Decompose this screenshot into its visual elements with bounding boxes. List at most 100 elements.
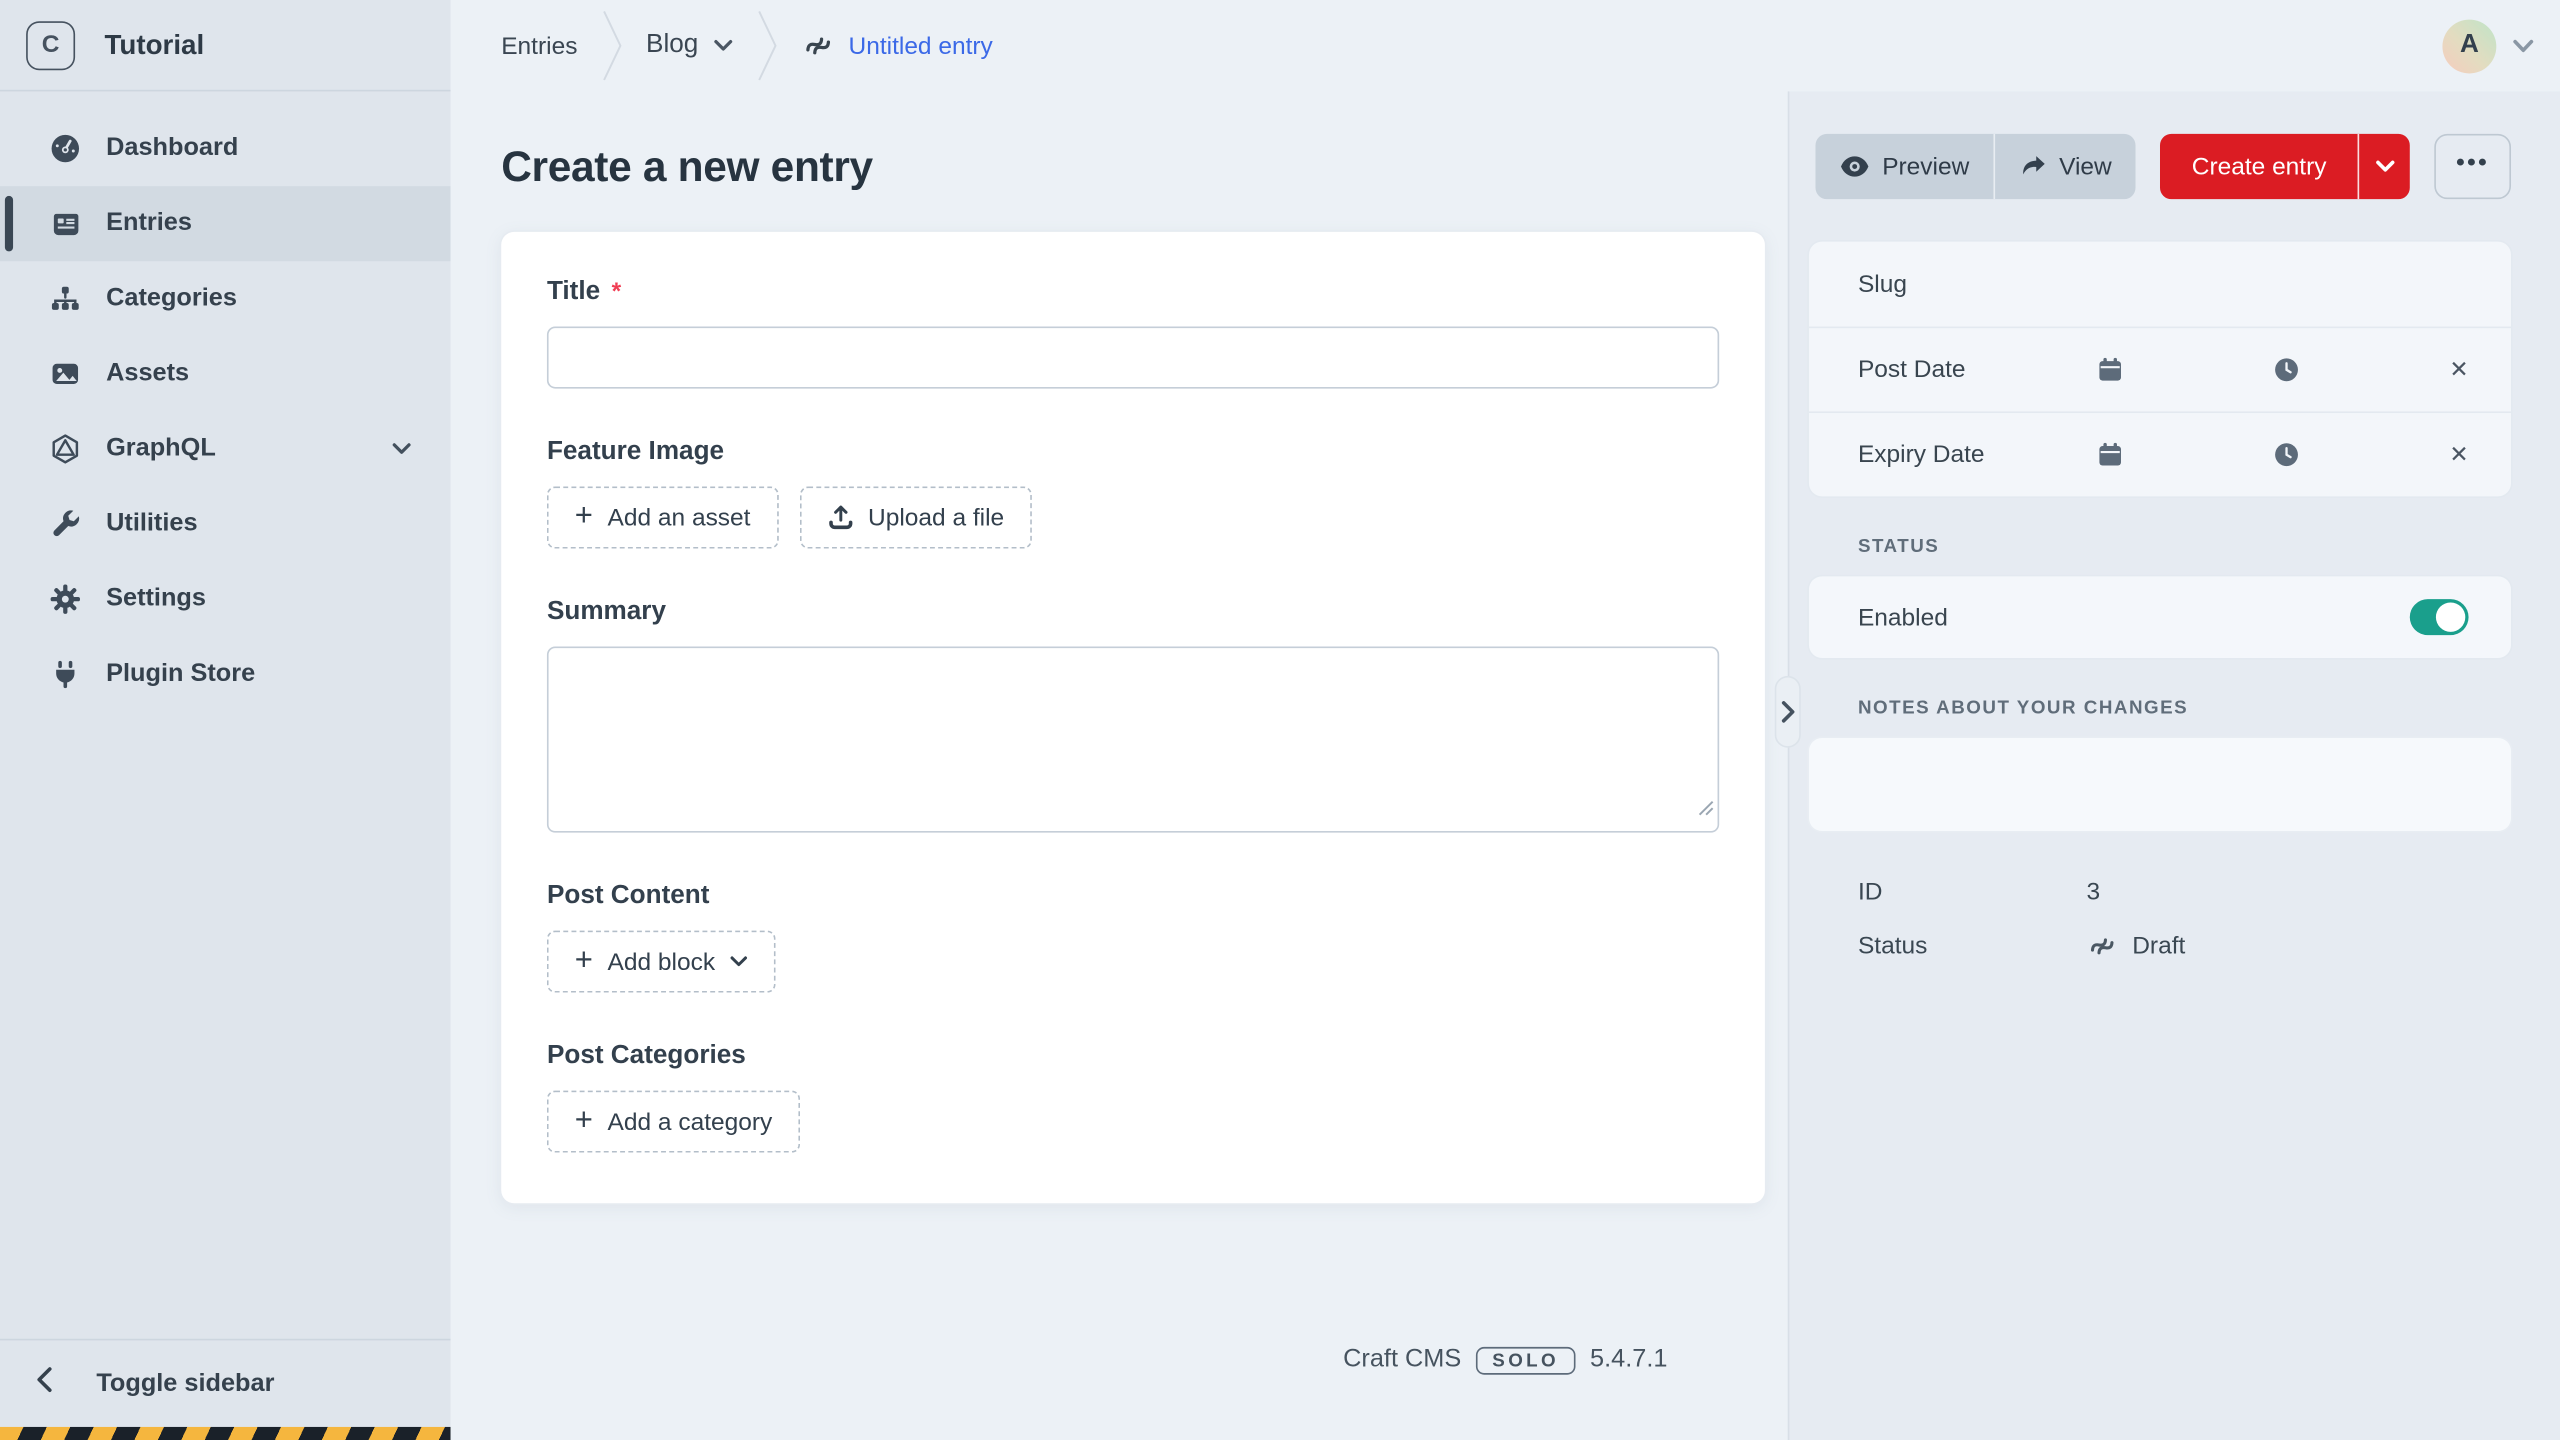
status-heading: STATUS: [1857, 537, 1940, 557]
newspaper-icon: [47, 207, 81, 240]
calendar-icon[interactable]: [2096, 441, 2124, 469]
content-area: Create a new entry Preview View Create e…: [451, 91, 2560, 1440]
sidebar-item-utilities[interactable]: Utilities: [0, 487, 451, 562]
sidebar-item-assets[interactable]: Assets: [0, 336, 451, 411]
notes-textarea[interactable]: [1808, 737, 2512, 832]
entry-meta-card: Slug Post Date ✕ Expiry Date ✕: [1808, 241, 2512, 497]
slug-row[interactable]: Slug: [1809, 242, 2511, 327]
sidebar-item-label: Entries: [106, 208, 192, 237]
upload-file-label: Upload a file: [868, 503, 1005, 532]
sitemap-icon: [47, 282, 81, 315]
status-value: Draft: [2132, 932, 2186, 960]
clock-icon[interactable]: [2273, 356, 2301, 384]
status-value-group: Draft: [2087, 931, 2186, 962]
breadcrumb-entries[interactable]: Entries: [501, 32, 577, 60]
eye-icon: [1840, 155, 1869, 178]
summary-textarea[interactable]: [546, 646, 1720, 833]
view-label: View: [2059, 152, 2112, 181]
preview-button[interactable]: Preview: [1815, 134, 1994, 199]
create-entry-button[interactable]: Create entry: [2161, 134, 2358, 199]
edition-badge: SOLO: [1475, 1346, 1576, 1374]
toggle-knob: [2435, 602, 2466, 632]
enabled-toggle[interactable]: [2409, 599, 2469, 636]
clock-icon[interactable]: [2273, 441, 2301, 469]
upload-icon: [827, 504, 853, 530]
id-label: ID: [1857, 878, 1883, 907]
plug-icon: [47, 658, 81, 691]
wrench-icon: [47, 508, 81, 541]
add-category-label: Add a category: [607, 1107, 773, 1136]
clear-expiry-date-button[interactable]: ✕: [2449, 441, 2468, 469]
status-label: Status: [1857, 932, 1928, 960]
breadcrumb-separator-icon: [757, 10, 777, 82]
sidebar-item-label: Utilities: [106, 509, 198, 538]
sidebar-item-label: Assets: [106, 359, 190, 387]
expiry-date-row: Expiry Date ✕: [1808, 411, 2512, 496]
chevron-right-icon: [1780, 700, 1795, 723]
chevron-down-icon: [730, 955, 748, 968]
sidebar-item-dashboard[interactable]: Dashboard: [0, 111, 451, 186]
entry-form-card: Title * Feature Image + Add an asset Upl…: [501, 231, 1765, 1204]
draft-icon: [2087, 931, 2118, 962]
sidebar-nav: Dashboard Entries Categories Assets Grap…: [0, 91, 451, 711]
add-asset-label: Add an asset: [607, 503, 751, 532]
image-icon: [47, 358, 81, 391]
required-marker: *: [611, 277, 622, 306]
post-content-label-text: Post Content: [546, 881, 710, 910]
plus-icon: +: [574, 1102, 593, 1138]
sidebar-item-entries[interactable]: Entries: [0, 186, 451, 262]
preview-view-group: Preview View: [1815, 133, 2137, 200]
craft-logo-icon[interactable]: C: [26, 20, 76, 70]
post-content-actions: + Add block: [546, 930, 1719, 993]
sidebar-item-plugin-store[interactable]: Plugin Store: [0, 637, 451, 712]
add-asset-button[interactable]: + Add an asset: [546, 486, 779, 549]
feature-image-actions: + Add an asset Upload a file: [546, 486, 1719, 549]
slug-label: Slug: [1857, 270, 1907, 298]
gauge-icon: [47, 132, 81, 165]
post-categories-actions: + Add a category: [546, 1090, 1719, 1153]
sidebar-header: C Tutorial: [0, 0, 451, 92]
app-footer: Craft CMS SOLO 5.4.7.1: [451, 1345, 2560, 1374]
sidebar-item-graphql[interactable]: GraphQL: [0, 411, 451, 486]
sidebar-item-label: GraphQL: [106, 434, 216, 463]
topbar: Entries Blog Untitled entry A: [451, 0, 2560, 91]
chevron-down-icon: [2513, 38, 2534, 53]
chevron-down-icon: [2375, 160, 2395, 173]
upload-file-button[interactable]: Upload a file: [799, 486, 1032, 549]
sidebar: C Tutorial Dashboard Entries Categories …: [0, 0, 451, 1440]
title-label-text: Title: [546, 277, 601, 306]
entry-actions: Preview View Create entry •••: [1815, 133, 2512, 200]
breadcrumb-current-entry[interactable]: Untitled entry: [801, 29, 993, 62]
sidebar-item-categories[interactable]: Categories: [0, 261, 451, 336]
view-button[interactable]: View: [1993, 133, 2136, 200]
toggle-sidebar-button[interactable]: Toggle sidebar: [0, 1338, 451, 1427]
add-category-button[interactable]: + Add a category: [546, 1090, 801, 1153]
clear-post-date-button[interactable]: ✕: [2449, 356, 2468, 384]
add-block-label: Add block: [607, 947, 716, 976]
feature-image-label-text: Feature Image: [546, 437, 725, 466]
sidebar-item-label: Dashboard: [106, 133, 239, 162]
chevron-down-icon: [713, 39, 733, 52]
main-area: Entries Blog Untitled entry A Create a n…: [450, 0, 2560, 1440]
preview-label: Preview: [1882, 152, 1970, 181]
sidebar-item-settings[interactable]: Settings: [0, 562, 451, 637]
enabled-label: Enabled: [1857, 603, 1948, 632]
summary-label-text: Summary: [546, 597, 666, 626]
chevron-down-icon: [392, 442, 412, 455]
plus-icon: +: [574, 498, 593, 534]
title-input[interactable]: [546, 326, 1720, 389]
create-entry-menu-button[interactable]: [2357, 133, 2410, 200]
footer-product[interactable]: Craft CMS: [1343, 1345, 1461, 1374]
create-entry-label: Create entry: [2191, 152, 2327, 181]
calendar-icon[interactable]: [2096, 356, 2124, 384]
plus-icon: +: [574, 942, 593, 978]
post-categories-label: Post Categories: [547, 1042, 1719, 1071]
id-value: 3: [2086, 878, 2101, 907]
expiry-date-label: Expiry Date: [1857, 440, 1985, 469]
more-actions-button[interactable]: •••: [2434, 133, 2512, 200]
collapse-details-button[interactable]: [1774, 675, 1801, 748]
add-block-button[interactable]: + Add block: [546, 930, 776, 993]
account-menu[interactable]: A: [2442, 0, 2534, 91]
status-row: Status Draft: [1809, 931, 2511, 962]
breadcrumb-section-dropdown[interactable]: Blog: [646, 31, 733, 60]
